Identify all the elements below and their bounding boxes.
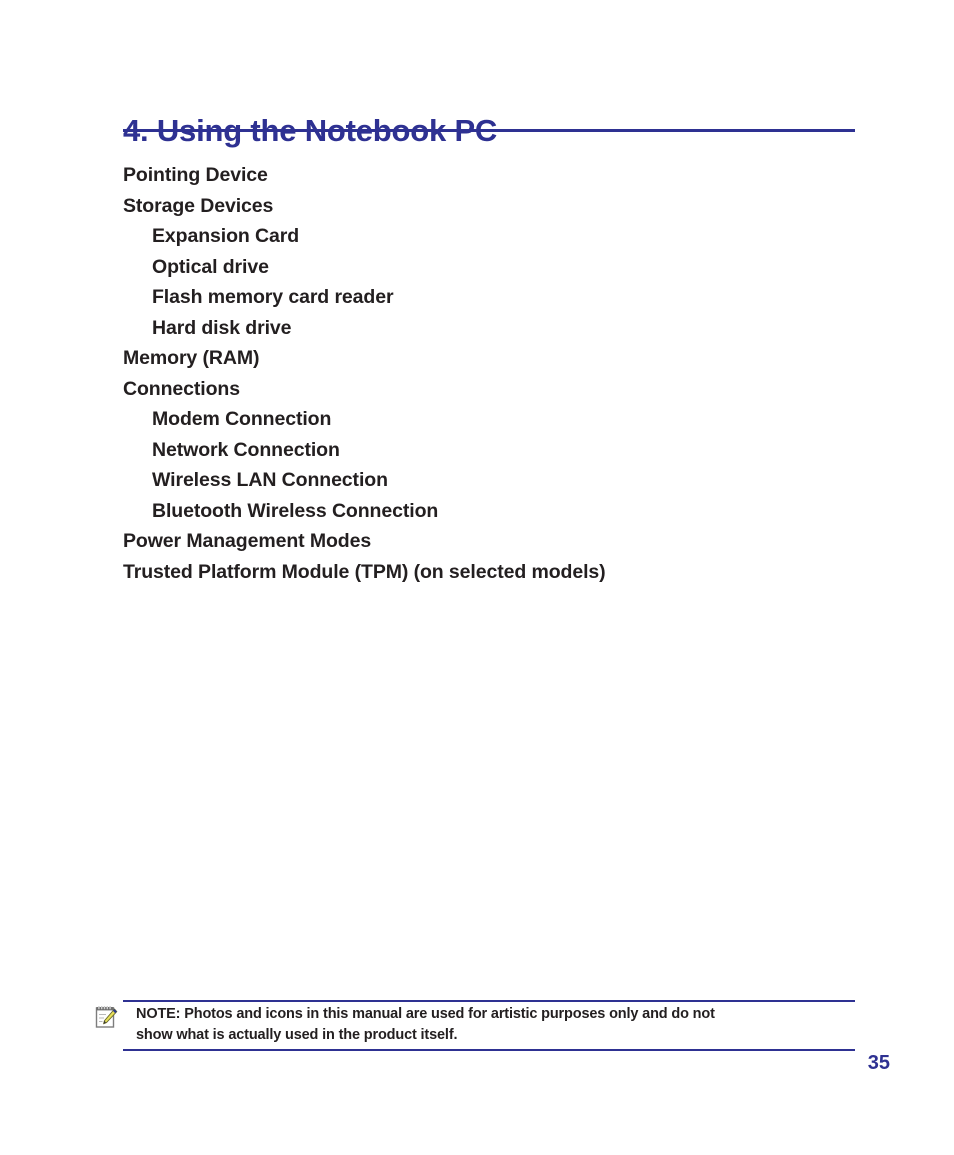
manual-page: 4. Using the Notebook PC Pointing Device… [0,0,954,1155]
toc-item[interactable]: Expansion Card [123,221,863,252]
note-top-rule [123,1000,855,1002]
note-text: NOTE: Photos and icons in this manual ar… [136,1004,852,1046]
toc-item[interactable]: Trusted Platform Module (TPM) (on select… [123,557,863,588]
toc-item[interactable]: Modem Connection [123,404,863,435]
toc-item[interactable]: Memory (RAM) [123,343,863,374]
toc-item[interactable]: Wireless LAN Connection [123,465,863,496]
note-line-2: show what is actually used in the produc… [136,1027,458,1043]
toc-item[interactable]: Optical drive [123,252,863,283]
note-bottom-rule [123,1049,855,1051]
page-number: 35 [867,1052,890,1074]
toc-item[interactable]: Network Connection [123,435,863,466]
toc-item[interactable]: Connections [123,374,863,405]
notepad-pencil-icon [95,1005,118,1030]
toc-item[interactable]: Power Management Modes [123,526,863,557]
toc-item[interactable]: Flash memory card reader [123,282,863,313]
toc-item[interactable]: Pointing Device [123,160,863,191]
table-of-contents: Pointing Device Storage Devices Expansion … [123,160,863,587]
toc-item[interactable]: Storage Devices [123,191,863,222]
title-underline-rule [123,129,855,132]
toc-item[interactable]: Bluetooth Wireless Connection [123,496,863,527]
toc-item[interactable]: Hard disk drive [123,313,863,344]
note-line-1: NOTE: Photos and icons in this manual ar… [136,1006,715,1022]
